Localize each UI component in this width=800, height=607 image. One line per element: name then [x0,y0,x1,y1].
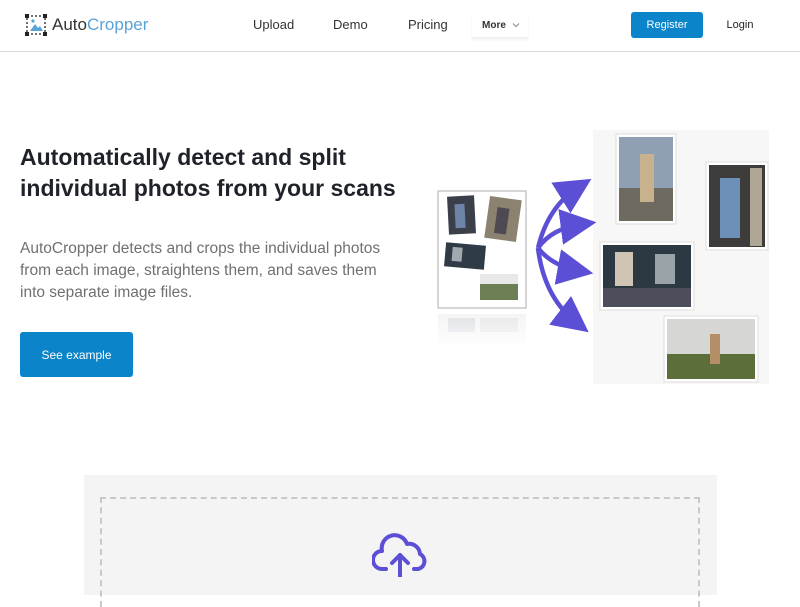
scan-photo-3 [444,242,486,270]
nav-more-label: More [482,19,506,31]
hero-description: AutoCropper detects and crops the indivi… [20,240,381,301]
nav-demo-link[interactable]: Demo [333,16,368,34]
scan-photo-4 [480,274,518,300]
scanned-page [434,190,530,352]
scan-photo-1 [447,195,476,235]
curved-arrow-icon [535,178,597,333]
see-example-button[interactable]: See example [20,332,133,377]
crop-illustration [434,130,769,384]
output-photo-4 [663,315,759,383]
site-header: AutoCropper Upload Demo Pricing More Reg… [0,0,800,52]
register-button[interactable]: Register [631,12,703,38]
nav-more-dropdown[interactable]: More [472,13,528,38]
scan-photo-2 [484,195,522,243]
output-photo-1 [615,133,677,225]
chevron-down-icon [512,23,520,28]
brand-logo[interactable]: AutoCropper [24,13,148,37]
brand-name: AutoCropper [52,15,149,34]
cloud-upload-icon[interactable] [372,533,428,577]
nav-pricing-link[interactable]: Pricing [408,16,448,34]
hero-title: Automatically detect and split individua… [20,144,396,201]
nav-upload-link[interactable]: Upload [253,16,294,34]
output-photo-3 [599,241,695,311]
login-button[interactable]: Login [718,12,762,38]
output-photo-2 [705,161,769,251]
crop-frame-icon [25,14,47,36]
